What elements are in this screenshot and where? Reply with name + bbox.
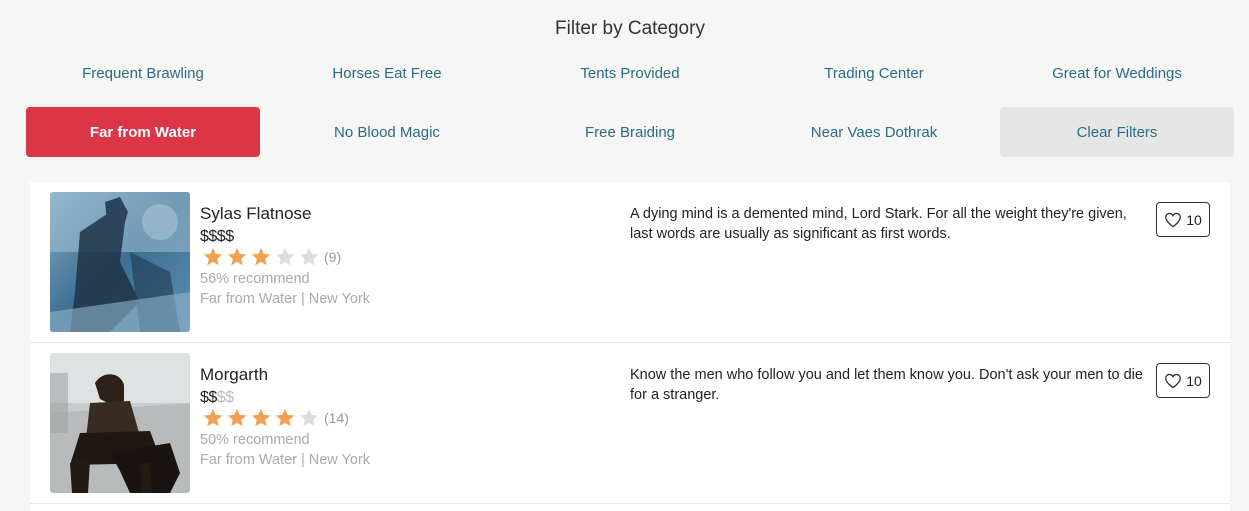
- star-icon: [227, 408, 247, 427]
- listing-list: Sylas Flatnose $$$$ (9) 56% recommend Fa…: [30, 182, 1230, 511]
- filter-far-from-water[interactable]: Far from Water: [26, 107, 260, 157]
- star-icon: [203, 408, 223, 427]
- star-icon: [251, 247, 271, 266]
- star-icon: [203, 247, 223, 266]
- filter-frequent-brawling[interactable]: Frequent Brawling: [26, 48, 260, 98]
- listing-name[interactable]: Sylas Flatnose: [200, 204, 312, 224]
- price-level: $$$$: [200, 228, 234, 245]
- listing-card[interactable]: Morgarth $$$$ (14) 50% recommend Far fro…: [30, 343, 1230, 504]
- filter-horses-eat-free[interactable]: Horses Eat Free: [270, 48, 504, 98]
- like-button[interactable]: 10: [1156, 363, 1210, 398]
- heart-icon: [1165, 212, 1182, 227]
- filter-no-blood-magic[interactable]: No Blood Magic: [270, 107, 504, 157]
- horseback-rider-photo[interactable]: [50, 353, 190, 493]
- review-count: (14): [324, 410, 349, 426]
- star-icon: [227, 247, 247, 266]
- filter-near-vaes-dothrak[interactable]: Near Vaes Dothrak: [757, 107, 991, 157]
- recommend-percent: 50% recommend: [200, 432, 310, 448]
- review-count: (9): [324, 249, 342, 265]
- like-count: 10: [1186, 372, 1202, 389]
- listing-location: Far from Water | New York: [200, 452, 371, 468]
- star-icon: [299, 247, 319, 266]
- star-rating: (14): [202, 407, 349, 429]
- star-rating: (9): [202, 246, 341, 268]
- clear-filters-button[interactable]: Clear Filters: [1000, 107, 1234, 157]
- like-count: 10: [1186, 211, 1202, 228]
- listing-quote: A dying mind is a demented mind, Lord St…: [630, 206, 1127, 242]
- filter-title: Filter by Category: [555, 18, 705, 39]
- filter-great-for-weddings[interactable]: Great for Weddings: [1000, 48, 1234, 98]
- filter-tents-provided[interactable]: Tents Provided: [513, 48, 747, 98]
- price-level: $$$$: [200, 389, 234, 406]
- listing-quote: Know the men who follow you and let them…: [630, 367, 1143, 403]
- filter-trading-center[interactable]: Trading Center: [757, 48, 991, 98]
- star-icon: [275, 408, 295, 427]
- recommend-percent: 56% recommend: [200, 271, 310, 287]
- listing-location: Far from Water | New York: [200, 291, 371, 307]
- listing-name[interactable]: Morgarth: [200, 365, 268, 385]
- like-button[interactable]: 10: [1156, 202, 1210, 237]
- filter-free-braiding[interactable]: Free Braiding: [513, 107, 747, 157]
- snow-rider-photo[interactable]: [50, 192, 190, 332]
- heart-icon: [1165, 373, 1182, 388]
- star-icon: [275, 247, 295, 266]
- listing-card[interactable]: Sylas Flatnose $$$$ (9) 56% recommend Fa…: [30, 182, 1230, 343]
- star-icon: [251, 408, 271, 427]
- star-icon: [299, 408, 319, 427]
